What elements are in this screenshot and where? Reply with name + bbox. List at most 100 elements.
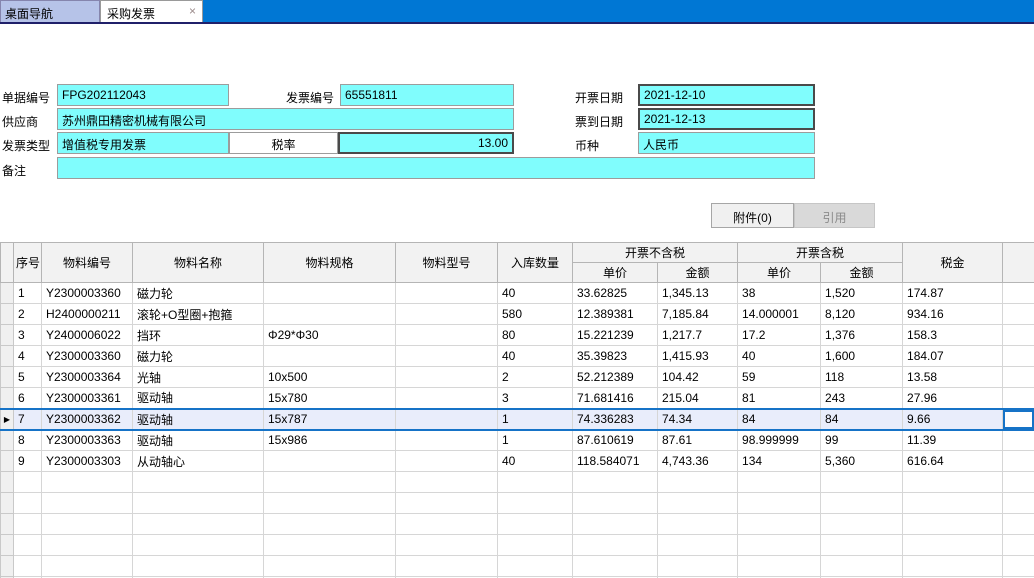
table-cell-empty[interactable]	[1003, 493, 1034, 514]
tab-desktop-nav[interactable]: 桌面导航	[0, 0, 100, 22]
table-cell-name[interactable]: 驱动轴	[133, 430, 264, 451]
table-cell-empty[interactable]	[573, 514, 658, 535]
currency-field[interactable]: 人民币	[638, 132, 815, 154]
table-cell-amt_in[interactable]: 8,120	[821, 304, 903, 325]
table-cell-unit_in[interactable]: 59	[738, 367, 821, 388]
table-cell-amt_ex[interactable]: 215.04	[658, 388, 738, 409]
row-selector[interactable]	[1, 283, 14, 304]
table-cell-no[interactable]: 7	[14, 409, 42, 430]
table-cell-empty[interactable]	[14, 556, 42, 577]
table-cell-amt_ex[interactable]: 1,217.7	[658, 325, 738, 346]
table-cell-qty[interactable]: 580	[498, 304, 573, 325]
table-cell-tax[interactable]: 158.3	[903, 325, 1003, 346]
table-cell-unit_ex[interactable]: 74.336283	[573, 409, 658, 430]
table-cell-no[interactable]: 3	[14, 325, 42, 346]
reference-button[interactable]: 引用	[794, 203, 875, 228]
invoice-date-field[interactable]: 2021-12-10	[638, 84, 815, 106]
table-cell-empty[interactable]	[264, 514, 396, 535]
table-cell-empty[interactable]	[1003, 472, 1034, 493]
row-selector[interactable]	[1, 451, 14, 472]
table-cell-tax[interactable]: 27.96	[903, 388, 1003, 409]
table-cell-code[interactable]: Y2300003363	[42, 430, 133, 451]
table-cell-empty[interactable]	[738, 514, 821, 535]
table-cell-empty[interactable]	[1003, 556, 1034, 577]
table-cell-spec[interactable]: 15x787	[264, 409, 396, 430]
row-selector[interactable]	[1, 535, 14, 556]
table-cell-empty[interactable]	[573, 493, 658, 514]
table-cell-no[interactable]: 4	[14, 346, 42, 367]
table-cell-empty[interactable]	[658, 556, 738, 577]
table-cell-spec[interactable]	[264, 451, 396, 472]
table-cell-spec[interactable]: 15x986	[264, 430, 396, 451]
header-spec[interactable]: 物料规格	[264, 243, 396, 283]
table-cell-tax[interactable]: 13.58	[903, 367, 1003, 388]
table-cell-qty[interactable]: 1	[498, 430, 573, 451]
table-cell-empty[interactable]	[903, 472, 1003, 493]
table-cell-unit_in[interactable]: 40	[738, 346, 821, 367]
header-group-incl-tax[interactable]: 开票含税	[738, 243, 903, 263]
table-cell-unit_ex[interactable]: 87.610619	[573, 430, 658, 451]
table-cell-amt_ex[interactable]: 104.42	[658, 367, 738, 388]
tax-rate-field[interactable]: 13.00	[338, 132, 514, 154]
table-cell-tax[interactable]: 184.07	[903, 346, 1003, 367]
table-cell-empty[interactable]	[738, 535, 821, 556]
header-unit-price-excl[interactable]: 单价	[573, 263, 658, 283]
table-cell-empty[interactable]	[821, 535, 903, 556]
table-cell-empty[interactable]	[498, 535, 573, 556]
table-cell-empty[interactable]	[42, 535, 133, 556]
header-unit-price-incl[interactable]: 单价	[738, 263, 821, 283]
table-cell-no[interactable]: 9	[14, 451, 42, 472]
table-cell-empty[interactable]	[396, 493, 498, 514]
table-cell-extra[interactable]	[1003, 409, 1034, 430]
table-cell-model[interactable]	[396, 346, 498, 367]
table-cell-empty[interactable]	[264, 535, 396, 556]
table-cell-code[interactable]: Y2300003360	[42, 346, 133, 367]
table-cell-empty[interactable]	[14, 514, 42, 535]
table-cell-amt_ex[interactable]: 87.61	[658, 430, 738, 451]
table-cell-empty[interactable]	[396, 556, 498, 577]
table-cell-empty[interactable]	[133, 556, 264, 577]
row-selector[interactable]	[1, 367, 14, 388]
table-cell-code[interactable]: Y2300003303	[42, 451, 133, 472]
table-cell-empty[interactable]	[498, 472, 573, 493]
table-cell-unit_ex[interactable]: 15.221239	[573, 325, 658, 346]
table-cell-empty[interactable]	[498, 493, 573, 514]
table-cell-unit_in[interactable]: 17.2	[738, 325, 821, 346]
table-cell-empty[interactable]	[738, 556, 821, 577]
table-cell-amt_ex[interactable]: 7,185.84	[658, 304, 738, 325]
header-amount-incl[interactable]: 金额	[821, 263, 903, 283]
table-cell-name[interactable]: 挡环	[133, 325, 264, 346]
table-cell-empty[interactable]	[133, 514, 264, 535]
table-cell-empty[interactable]	[14, 493, 42, 514]
row-selector[interactable]	[1, 388, 14, 409]
table-cell-tax[interactable]: 616.64	[903, 451, 1003, 472]
table-cell-model[interactable]	[396, 451, 498, 472]
table-cell-tax[interactable]: 174.87	[903, 283, 1003, 304]
table-cell-spec[interactable]: Φ29*Φ30	[264, 325, 396, 346]
table-cell-unit_in[interactable]: 14.000001	[738, 304, 821, 325]
table-cell-empty[interactable]	[573, 472, 658, 493]
table-cell-unit_in[interactable]: 81	[738, 388, 821, 409]
table-cell-extra[interactable]	[1003, 367, 1034, 388]
table-cell-spec[interactable]: 10x500	[264, 367, 396, 388]
table-cell-empty[interactable]	[14, 535, 42, 556]
row-selector[interactable]	[1, 430, 14, 451]
row-selector[interactable]	[1, 493, 14, 514]
table-cell-empty[interactable]	[133, 535, 264, 556]
row-selector[interactable]	[1, 472, 14, 493]
table-cell-unit_ex[interactable]: 71.681416	[573, 388, 658, 409]
supplier-field[interactable]: 苏州鼎田精密机械有限公司	[57, 108, 514, 130]
table-cell-unit_ex[interactable]: 12.389381	[573, 304, 658, 325]
table-cell-code[interactable]: H2400000211	[42, 304, 133, 325]
table-cell-empty[interactable]	[738, 493, 821, 514]
table-cell-extra[interactable]	[1003, 346, 1034, 367]
attachment-button[interactable]: 附件(0)	[711, 203, 794, 228]
table-cell-extra[interactable]	[1003, 451, 1034, 472]
table-cell-empty[interactable]	[1003, 535, 1034, 556]
table-cell-amt_in[interactable]: 84	[821, 409, 903, 430]
doc-no-field[interactable]: FPG202112043	[57, 84, 229, 106]
table-cell-model[interactable]	[396, 325, 498, 346]
row-selector[interactable]	[1, 514, 14, 535]
table-cell-amt_in[interactable]: 1,520	[821, 283, 903, 304]
table-cell-name[interactable]: 驱动轴	[133, 409, 264, 430]
